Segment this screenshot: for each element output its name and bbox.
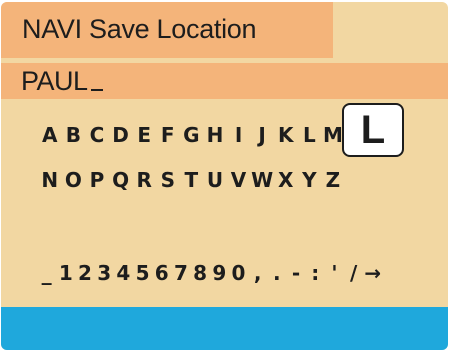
bottom-bar [1, 307, 448, 350]
key-q[interactable]: Q [109, 168, 133, 192]
key-preview-popup: L [342, 103, 404, 157]
key-sym-12[interactable]: . [267, 261, 286, 285]
key-9[interactable]: 9 [210, 261, 229, 285]
key-sym-11[interactable]: , [248, 261, 267, 285]
key-k[interactable]: K [274, 123, 298, 147]
key-y[interactable]: Y [298, 168, 322, 192]
key-1[interactable]: 1 [56, 261, 75, 285]
key-f[interactable]: F [156, 123, 180, 147]
keyboard-row-2: NOPQRSTUVWXYZ [38, 168, 345, 192]
key-g[interactable]: G [180, 123, 204, 147]
key-u[interactable]: U [203, 168, 227, 192]
key-l[interactable]: L [298, 123, 322, 147]
entry-field[interactable]: PAUL [1, 63, 448, 99]
key-arrow[interactable]: → [363, 261, 382, 285]
text-cursor [90, 89, 103, 91]
keyboard-row-1: ABCDEFGHIJKLM [38, 123, 345, 147]
key-8[interactable]: 8 [191, 261, 210, 285]
key-r[interactable]: R [132, 168, 156, 192]
title-bar: NAVI Save Location [1, 2, 333, 58]
key-c[interactable]: C [85, 123, 109, 147]
key-j[interactable]: J [250, 123, 274, 147]
key-4[interactable]: 4 [114, 261, 133, 285]
key-t[interactable]: T [180, 168, 204, 192]
page-title: NAVI Save Location [22, 14, 257, 44]
entry-value: PAUL [21, 66, 103, 97]
key-sym-13[interactable]: - [286, 261, 305, 285]
entry-text: PAUL [21, 66, 88, 96]
keyboard-row-3: _ 1 2 3 4 5 6 7 8 9 0,. -: ' / → [37, 261, 382, 285]
key-z[interactable]: Z [321, 168, 345, 192]
key-6[interactable]: 6 [152, 261, 171, 285]
key-d[interactable]: D [109, 123, 133, 147]
key-h[interactable]: H [203, 123, 227, 147]
key-i[interactable]: I [227, 123, 251, 147]
key-0[interactable]: 0 [229, 261, 248, 285]
key-2[interactable]: 2 [75, 261, 94, 285]
key-n[interactable]: N [38, 168, 62, 192]
key-7[interactable]: 7 [171, 261, 190, 285]
key-sym-14[interactable]: : [306, 261, 325, 285]
key-sym-16[interactable]: / [344, 261, 363, 285]
navi-screen: NAVI Save Location PAUL ABCDEFGHIJKLM NO… [1, 2, 448, 350]
key-w[interactable]: W [250, 168, 274, 192]
key-5[interactable]: 5 [133, 261, 152, 285]
key-3[interactable]: 3 [95, 261, 114, 285]
key-x[interactable]: X [274, 168, 298, 192]
key-sym-0[interactable]: _ [37, 261, 56, 285]
key-a[interactable]: A [38, 123, 62, 147]
key-v[interactable]: V [227, 168, 251, 192]
key-e[interactable]: E [132, 123, 156, 147]
key-s[interactable]: S [156, 168, 180, 192]
key-p[interactable]: P [85, 168, 109, 192]
key-b[interactable]: B [62, 123, 86, 147]
key-o[interactable]: O [62, 168, 86, 192]
key-sym-15[interactable]: ' [325, 261, 344, 285]
